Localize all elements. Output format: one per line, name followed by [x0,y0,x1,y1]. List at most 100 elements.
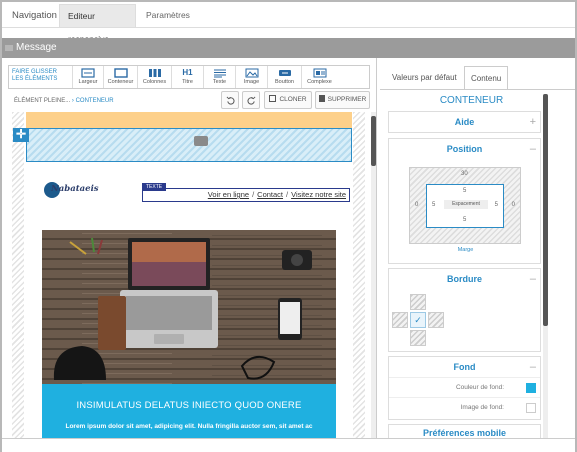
background-color-swatch[interactable] [526,383,536,393]
message-bar: Message [2,38,575,58]
spacing-label: Espacement [444,200,488,209]
breadcrumb-parent[interactable]: ÉLÉMENT PLEINE... [14,98,70,104]
breadcrumb-current[interactable]: CONTENEUR [76,98,114,104]
margin-top-value[interactable]: 30 [461,171,468,177]
section-preferences-title: Préférences mobile [422,428,507,438]
footer-strip [2,438,575,452]
background-image-picker[interactable] [526,403,536,413]
header-links: Voir en ligne / Contact / Visitez notre site [208,190,346,199]
tool-label: Colonnes [142,79,167,85]
background-image-label: Image de fond: [460,404,504,411]
expand-icon[interactable]: + [530,112,536,132]
breadcrumb: ÉLÉMENT PLEINE... › CONTENEUR [14,98,114,104]
margin-box[interactable]: 30 0 0 5 5 5 5 Espacement [409,167,521,244]
redo-icon [246,96,255,105]
tab-navigation[interactable]: Navigation [4,4,65,27]
tool-label: Complexe [307,79,332,85]
text-block[interactable]: TEXTE Voir en ligne / Contact / Visitez notr… [142,183,350,202]
collapse-icon[interactable]: – [530,139,536,159]
collapse-icon[interactable]: – [530,269,536,289]
tool-label: Largeur [78,79,98,85]
scrollbar-thumb[interactable] [543,94,548,326]
padding-box[interactable]: 5 5 5 5 Espacement [426,184,504,228]
tool-button[interactable]: Boutton [267,66,301,88]
collapse-icon[interactable]: – [530,357,536,377]
left-gutter [12,112,24,438]
editor-pane: FAIRE GLISSER LES ÉLÉMENTS Largeur Conte… [2,58,377,438]
border-selector: ✓ [389,291,451,347]
tool-heading[interactable]: H1 Titre [171,66,203,88]
margin-label: Marge [457,247,474,253]
link-separator: / [286,190,289,199]
delete-button[interactable]: SUPPRIMER [315,91,370,109]
tab-default-values[interactable]: Valeurs par défaut [386,66,463,90]
border-all-check-icon[interactable]: ✓ [410,312,426,328]
section-fond-title: Fond [453,362,476,372]
columns-icon [148,69,161,77]
border-left-toggle[interactable] [392,312,408,328]
section-aide[interactable]: Aide + [388,111,541,133]
background-color-label: Couleur de fond: [455,384,504,391]
tab-editor-responsive[interactable]: Editeur responsive [59,4,136,44]
headline-block[interactable]: INSIMULATUS DELATUS INIECTO QUOD ONERE L… [42,384,336,438]
tool-label: Titre [182,79,193,85]
preheader-strip[interactable] [26,112,352,128]
text-icon [213,69,226,78]
image-icon [245,68,258,78]
drag-label-line1: FAIRE GLISSER [12,69,58,75]
email-canvas: ✛ Nabataeis TEXTE Voir en ligne / Contact /… [12,112,367,438]
panel-scrollbar[interactable] [543,94,548,438]
properties-panel: Valeurs par défaut Contenu CONTENEUR Aid… [380,58,575,438]
section-bordure-title: Bordure [446,274,482,284]
margin-left-value[interactable]: 0 [415,202,418,208]
padding-bottom-value[interactable]: 5 [463,217,466,223]
message-title: Message [16,42,57,53]
complex-icon [313,68,326,78]
undo-icon [226,96,235,105]
width-icon [81,68,95,78]
top-tabs: Navigation Editeur responsive Paramètres [2,2,575,44]
link-visit-site[interactable]: Visitez notre site [291,190,346,199]
hero-image[interactable] [42,230,336,384]
tool-label: Boutton [275,79,294,85]
breadcrumb-separator: › [71,98,74,104]
clone-label: CLONER [279,96,307,103]
tool-complex[interactable]: Complexe [301,66,337,88]
button-icon [278,70,291,76]
tool-columns[interactable]: Colonnes [137,66,171,88]
logo-text: Nabataeis [51,184,99,194]
desk-photo [42,230,336,384]
section-preferences-mobile[interactable]: Préférences mobile [388,424,541,438]
undo-button[interactable] [221,91,239,109]
panel-title: CONTENEUR [439,95,504,106]
drag-grip-icon[interactable] [5,45,13,51]
tool-text[interactable]: Texte [203,66,235,88]
border-right-toggle[interactable] [428,312,444,328]
tool-container[interactable]: Conteneur [103,66,137,88]
trash-icon [318,95,325,102]
tool-width[interactable]: Largeur [72,66,103,88]
link-contact[interactable]: Contact [257,190,283,199]
clone-button[interactable]: CLONER [264,91,312,109]
scrollbar-thumb[interactable] [371,116,376,166]
padding-left-value[interactable]: 5 [432,202,435,208]
text-badge: TEXTE [142,183,167,191]
padding-top-value[interactable]: 5 [463,188,466,194]
margin-right-value[interactable]: 0 [512,202,515,208]
border-top-toggle[interactable] [410,294,426,310]
selected-container[interactable]: ✛ [13,128,352,162]
padding-right-value[interactable]: 5 [495,202,498,208]
tab-content[interactable]: Contenu [464,66,509,90]
link-view-online[interactable]: Voir en ligne [208,190,249,199]
email-headline: INSIMULATUS DELATUS INIECTO QUOD ONERE [76,400,302,411]
move-handle-icon[interactable]: ✛ [13,128,29,142]
drag-cursor-icon [194,136,208,146]
right-gutter [353,112,365,438]
tool-label: Conteneur [107,79,134,85]
heading-icon: H1 [182,68,193,77]
border-bottom-toggle[interactable] [410,330,426,346]
tool-image[interactable]: Image [235,66,267,88]
tab-params[interactable]: Paramètres [138,4,198,27]
redo-button[interactable] [242,91,260,109]
editor-scrollbar[interactable] [371,112,376,438]
